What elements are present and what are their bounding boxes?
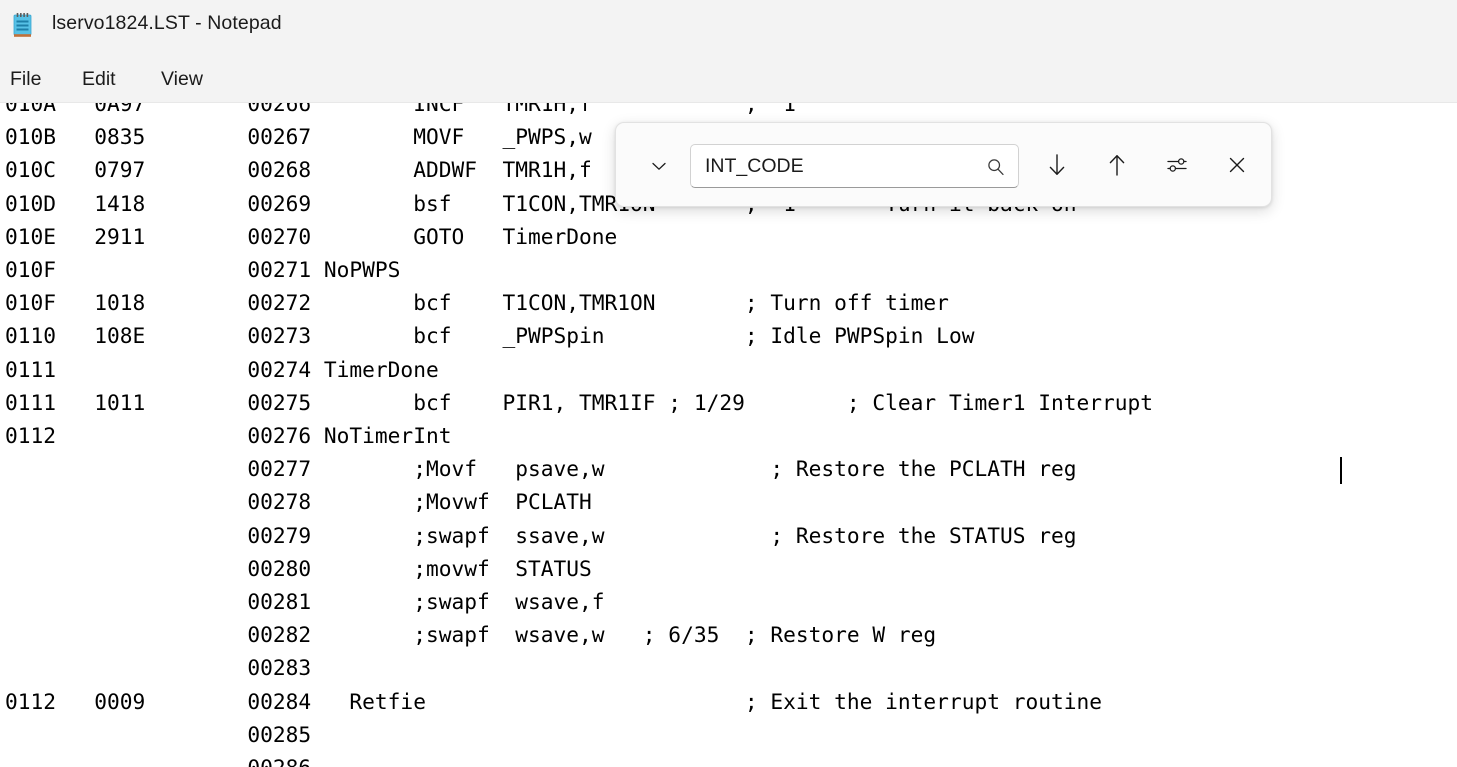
find-options-button[interactable]	[1153, 141, 1201, 189]
find-next-button[interactable]	[1033, 141, 1081, 189]
text-caret	[1340, 457, 1342, 484]
chevron-down-icon	[648, 155, 670, 177]
find-expand-button[interactable]	[638, 145, 680, 187]
find-previous-button[interactable]	[1093, 141, 1141, 189]
menu-edit[interactable]: Edit	[76, 66, 122, 93]
window-title: lservo1824.LST - Notepad	[52, 12, 282, 35]
menu-file[interactable]: File	[4, 66, 47, 93]
find-input-wrapper[interactable]	[690, 144, 1019, 188]
search-icon	[984, 155, 1008, 179]
menu-bar: File Edit View	[0, 53, 1457, 103]
find-close-button[interactable]	[1213, 141, 1261, 189]
notepad-icon	[8, 11, 38, 41]
close-icon	[1223, 151, 1251, 179]
arrow-down-icon	[1042, 150, 1072, 180]
menu-view[interactable]: View	[155, 66, 209, 93]
notepad-window: lservo1824.LST - Notepad File Edit View …	[0, 0, 1457, 767]
title-bar: lservo1824.LST - Notepad	[0, 0, 1457, 53]
arrow-up-icon	[1102, 150, 1132, 180]
settings-sliders-icon	[1163, 151, 1191, 179]
search-input[interactable]	[705, 145, 967, 187]
find-bar	[615, 122, 1272, 207]
